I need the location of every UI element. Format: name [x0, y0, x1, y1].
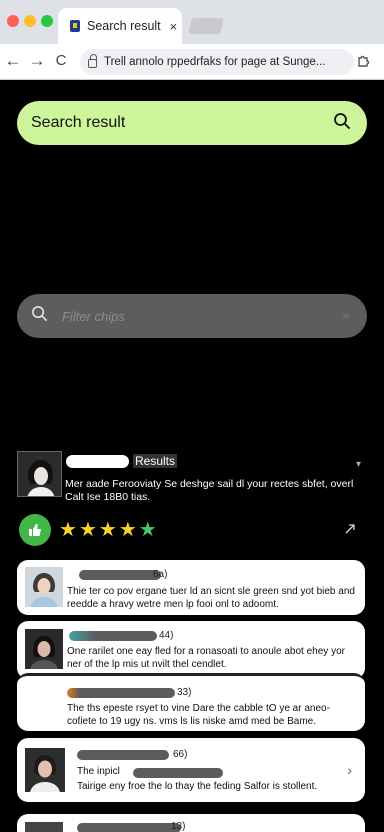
star-icon[interactable]: ★	[119, 520, 137, 540]
result-count: 66)	[173, 749, 188, 760]
name-redacted	[77, 750, 169, 760]
result-description: Thie ter co pov ergane tuer ld an sicnt …	[67, 586, 355, 610]
close-window-button[interactable]	[7, 15, 19, 27]
browser-toolbar: ← → C Trell annolo rppedrfaks for page a…	[0, 44, 384, 80]
result-card[interactable]: 6a) Thie ter co pov ergane tuer ld an si…	[17, 560, 365, 615]
profile-name-redacted	[66, 455, 129, 468]
name-redacted	[69, 631, 157, 641]
tab-title: Search result	[87, 19, 161, 33]
result-count: 44)	[159, 630, 174, 641]
profile-avatar[interactable]	[17, 451, 62, 497]
search-bar[interactable]: Search result	[17, 101, 367, 145]
tab-search-result[interactable]: Search result ×	[58, 8, 182, 44]
minimize-window-button[interactable]	[24, 15, 36, 27]
avatar	[25, 629, 63, 669]
profile-title: Results	[133, 454, 178, 468]
new-tab-button[interactable]	[188, 18, 224, 34]
rating-row: ★ ★ ★ ★ ★	[19, 514, 364, 546]
chevron-right-icon[interactable]: ›	[347, 762, 352, 778]
back-button[interactable]: ←	[2, 50, 24, 72]
star-icon[interactable]: ★	[79, 520, 97, 540]
name-redacted	[133, 768, 223, 778]
profile-description: Mer aade Ferooviaty Se deshge sail dl yo…	[65, 478, 354, 503]
share-icon[interactable]	[344, 523, 356, 538]
search-icon[interactable]	[333, 112, 351, 135]
favicon-icon	[70, 20, 80, 32]
star-icon[interactable]: ★	[139, 520, 157, 540]
result-card[interactable]: 66) The inpicl Tairige eny froe the lo t…	[17, 738, 365, 802]
result-count: 33)	[177, 687, 192, 698]
more-icon[interactable]: ▾	[356, 459, 361, 470]
result-count: 6a)	[153, 569, 168, 580]
filter-input[interactable]: Filter chips	[17, 294, 367, 338]
name-redacted	[67, 688, 175, 698]
address-bar[interactable]: Trell annolo rppedrfaks for page at Sung…	[80, 49, 354, 75]
lock-icon	[88, 54, 97, 68]
name-redacted	[77, 823, 181, 832]
result-description: Tairige eny froe the lo thay the feding …	[77, 781, 318, 792]
tab-strip: Search result ×	[0, 0, 384, 44]
result-card[interactable]: 44) One rarilet one eay fled for a ronas…	[17, 621, 365, 679]
verified-badge-icon[interactable]	[19, 514, 51, 546]
extensions-icon[interactable]	[356, 52, 374, 70]
forward-button[interactable]: →	[26, 50, 48, 72]
star-icon[interactable]: ★	[59, 520, 77, 540]
window-controls	[7, 15, 53, 27]
maximize-window-button[interactable]	[41, 15, 53, 27]
avatar	[25, 748, 65, 792]
reload-button[interactable]: C	[50, 50, 72, 72]
result-description: The ths epeste rsyet to vine Dare the ca…	[67, 703, 330, 727]
star-rating[interactable]: ★ ★ ★ ★ ★	[59, 520, 157, 540]
result-count: 13)	[171, 821, 186, 832]
result-description: One rarilet one eay fled for a ronasoati…	[67, 646, 345, 670]
search-icon	[31, 305, 48, 327]
result-label: The inpicl	[77, 766, 120, 777]
tab-close-icon[interactable]: ×	[170, 19, 178, 34]
browser-chrome: Search result × ← → C Trell annolo rpped…	[0, 0, 384, 80]
chevron-down-icon[interactable]	[341, 307, 351, 325]
avatar	[25, 822, 63, 832]
search-label: Search result	[31, 114, 126, 131]
url-text: Trell annolo rppedrfaks for page at Sung…	[104, 56, 326, 68]
filter-placeholder: Filter chips	[62, 308, 125, 324]
avatar	[25, 567, 63, 607]
star-icon[interactable]: ★	[99, 520, 117, 540]
name-redacted	[79, 570, 161, 580]
result-card[interactable]: 13)	[17, 814, 365, 832]
result-card[interactable]: 33) The ths epeste rsyet to vine Dare th…	[17, 673, 365, 731]
